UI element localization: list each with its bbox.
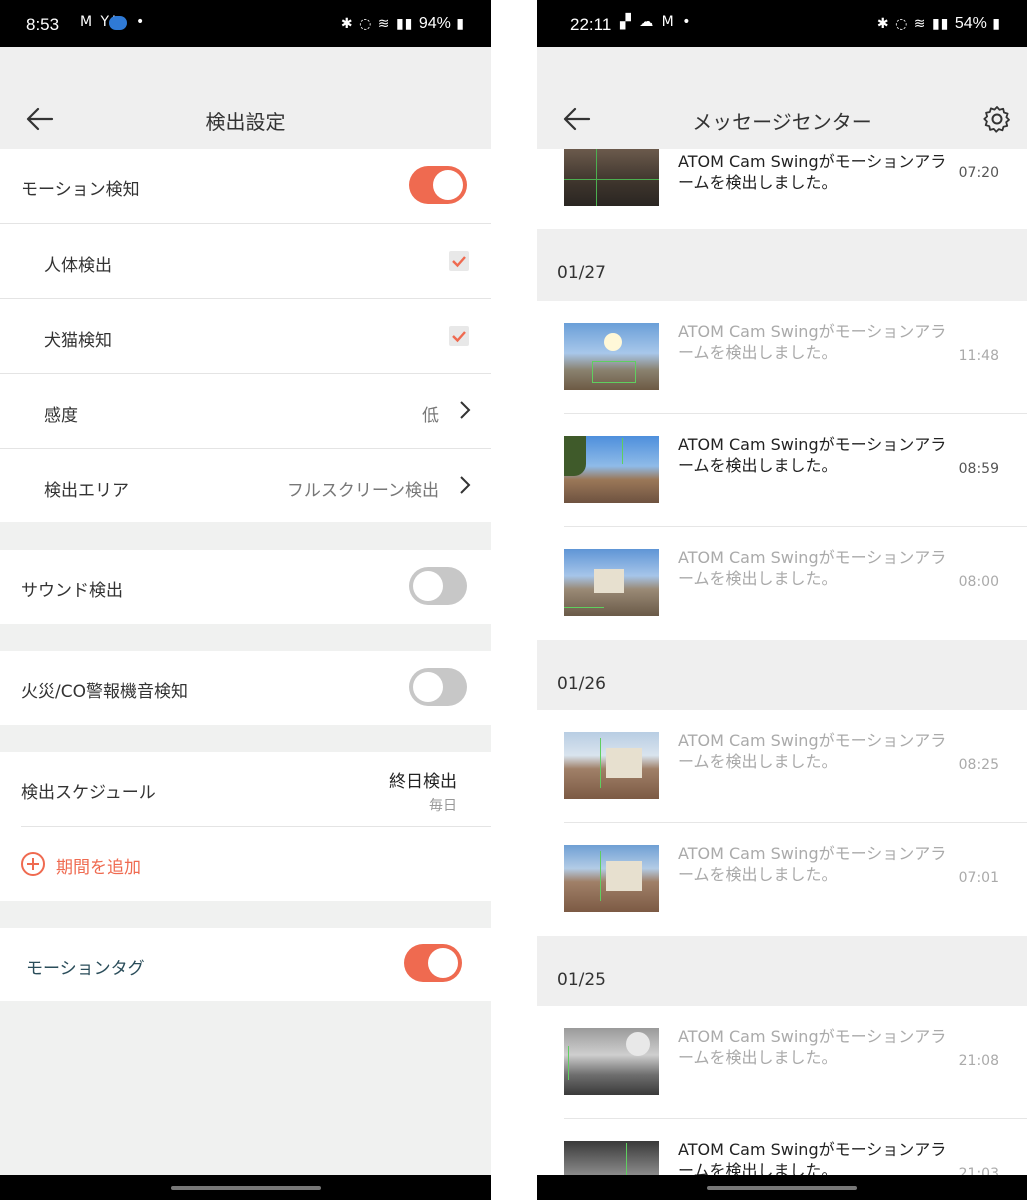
schedule-value[interactable]: 終日検出 [389, 767, 457, 792]
detection-settings-screen: 8:53 M Y! • ✱ ◌ ≋ ▮▮ 94% ▮ 検出設定 モーション検知 … [0, 0, 491, 1200]
message-item[interactable]: ATOM Cam Swingがモーションアラームを検出しました。 11:48 [537, 301, 1027, 414]
message-text: ATOM Cam Swingがモーションアラームを検出しました。 [678, 844, 947, 884]
message-thumbnail [564, 149, 659, 206]
message-time: 08:59 [958, 461, 999, 477]
sound-detection-label: サウンド検出 [21, 581, 123, 601]
motion-settings-group: モーション検知 人体検出 犬猫検知 感度 低 検出エリア フルスクリーン検出 [0, 149, 491, 522]
divider [0, 223, 491, 224]
sensitivity-value: 低 [422, 406, 439, 426]
motion-tag-label: モーションタグ [26, 959, 145, 979]
status-time: 8:53 [26, 15, 60, 34]
date-header: 01/27 [537, 229, 1027, 301]
pet-detection-label: 犬猫検知 [44, 331, 112, 351]
message-text: ATOM Cam Swingがモーションアラームを検出しました。 [678, 731, 947, 771]
date-label: 01/25 [557, 970, 606, 990]
battery-percent: 54% [954, 15, 987, 32]
status-bar: 22:11 ▞ ☁ M • ✱ ◌ ≋ ▮▮ 54% ▮ [537, 0, 1027, 47]
checkmark-icon [452, 331, 466, 343]
message-thumbnail [564, 1028, 659, 1095]
message-item[interactable]: ATOM Cam Swingがモーションアラームを検出しました。 08:25 [537, 710, 1027, 823]
status-time: 22:11 [570, 15, 612, 34]
message-text: ATOM Cam Swingがモーションアラームを検出しました。 [678, 548, 947, 588]
schedule-sub: 毎日 [429, 798, 457, 814]
detection-area-value: フルスクリーン検出 [286, 481, 439, 501]
message-thumbnail [564, 323, 659, 390]
date-label: 01/26 [557, 674, 606, 694]
message-thumbnail [564, 732, 659, 799]
message-item[interactable]: ATOM Cam Swingがモーションアラームを検出しました。 08:00 [537, 527, 1027, 640]
pet-detection-checkbox[interactable] [449, 326, 469, 346]
sound-detection-row: サウンド検出 [0, 550, 491, 624]
human-detection-checkbox[interactable] [449, 251, 469, 271]
message-time: 07:20 [958, 165, 999, 181]
message-thumbnail [564, 436, 659, 503]
alarm-detection-toggle[interactable] [409, 668, 467, 706]
chevron-right-icon [460, 401, 471, 419]
message-item[interactable]: ATOM Cam Swingがモーションアラームを検出しました。 07:01 [537, 823, 1027, 936]
message-item[interactable]: ATOM Cam Swingがモーションアラームを検出しました。 21:08 [537, 1006, 1027, 1119]
system-status-icons: ✱ ◌ ≋ ▮▮ 54% ▮ [876, 15, 1001, 32]
detection-area-label: 検出エリア [44, 481, 129, 501]
notification-icons: ▞ ☁ M • [620, 14, 693, 30]
motion-tag-toggle[interactable] [404, 944, 462, 982]
message-text: ATOM Cam Swingがモーションアラームを検出しました。 [678, 322, 947, 362]
message-center-screen: 22:11 ▞ ☁ M • ✱ ◌ ≋ ▮▮ 54% ▮ メッセージセンター A… [537, 0, 1027, 1200]
chevron-right-icon [460, 476, 471, 494]
sensitivity-label: 感度 [44, 406, 78, 426]
message-item[interactable]: ATOM Cam Swingがモーションアラームを検出しました。 07:20 [537, 149, 1027, 229]
page-title: 検出設定 [205, 110, 286, 134]
page-title: メッセージセンター [692, 110, 872, 134]
divider [0, 373, 491, 374]
human-detection-label: 人体検出 [44, 256, 112, 276]
system-status-icons: ✱ ◌ ≋ ▮▮ 94% ▮ [340, 15, 465, 32]
alarm-detection-row: 火災/CO警報機音検知 [0, 651, 491, 725]
message-time: 11:48 [958, 348, 999, 364]
motion-tag-row: モーションタグ [0, 928, 491, 1001]
schedule-label: 検出スケジュール [21, 783, 156, 803]
status-bar: 8:53 M Y! • ✱ ◌ ≋ ▮▮ 94% ▮ [0, 0, 491, 47]
message-text: ATOM Cam Swingがモーションアラームを検出しました。 [678, 435, 947, 475]
add-period-label: 期間を追加 [56, 858, 141, 878]
message-text: ATOM Cam Swingがモーションアラームを検出しました。 [678, 1027, 947, 1067]
home-indicator[interactable] [170, 1186, 321, 1190]
notification-dot-icon: • [136, 14, 147, 30]
date-label: 01/27 [557, 263, 606, 283]
navigation-bar [0, 1175, 491, 1200]
motion-detection-label: モーション検知 [21, 180, 140, 200]
checkmark-icon [452, 256, 466, 268]
message-time: 08:25 [958, 757, 999, 773]
alarm-detection-label: 火災/CO警報機音検知 [21, 682, 188, 702]
date-header: 01/26 [537, 640, 1027, 712]
navigation-bar [537, 1175, 1027, 1200]
message-thumbnail [564, 845, 659, 912]
divider [0, 448, 491, 449]
sound-detection-toggle[interactable] [409, 567, 467, 605]
message-thumbnail [564, 549, 659, 616]
divider [0, 298, 491, 299]
schedule-group: 検出スケジュール 終日検出 毎日 期間を追加 [0, 752, 491, 901]
motion-detection-toggle[interactable] [409, 166, 467, 204]
app-notification-icon [109, 16, 127, 30]
gear-icon[interactable] [983, 105, 1011, 133]
add-circle-icon [21, 852, 45, 876]
message-item[interactable]: ATOM Cam Swingがモーションアラームを検出しました。 08:59 [537, 414, 1027, 527]
home-indicator[interactable] [707, 1186, 857, 1190]
message-text: ATOM Cam Swingがモーションアラームを検出しました。 [678, 152, 947, 192]
message-time: 08:00 [958, 574, 999, 590]
message-time: 07:01 [958, 870, 999, 886]
divider [21, 826, 491, 827]
battery-percent: 94% [418, 15, 451, 32]
date-header: 01/25 [537, 936, 1027, 1008]
message-time: 21:08 [958, 1053, 999, 1069]
